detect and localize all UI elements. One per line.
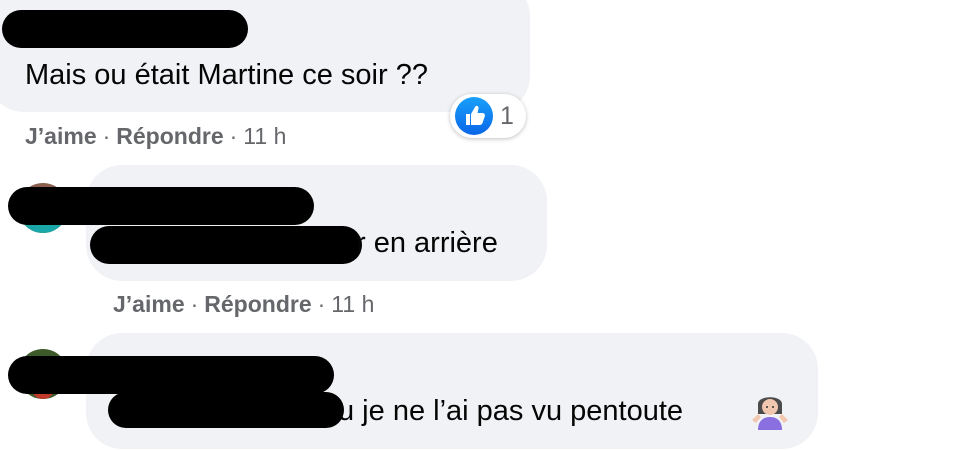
redacted-author-name (2, 10, 248, 48)
redacted-author-name (8, 187, 314, 225)
reply-link[interactable]: Répondre (204, 291, 311, 317)
comment-text: u je ne l’ai pas vu pentoute (338, 395, 684, 427)
separator-dot: · (102, 123, 111, 149)
reaction-count: 1 (500, 102, 514, 130)
like-link[interactable]: J’aime (25, 123, 97, 149)
woman-shrugging-emoji (750, 390, 790, 430)
comment-text: Mais ou était Martine ce soir ?? (25, 59, 428, 91)
comment-actions: J’aime · Répondre · 11 h (25, 122, 286, 150)
comment-actions: J’aime · Répondre · 11 h (113, 290, 374, 318)
comment-text: r en arrière (356, 227, 498, 259)
reply-link[interactable]: Répondre (116, 123, 223, 149)
separator-dot: · (190, 291, 199, 317)
redacted-text (90, 226, 362, 264)
timestamp[interactable]: 11 h (331, 291, 374, 317)
like-icon (455, 97, 493, 135)
separator-dot: · (229, 123, 238, 149)
redacted-text (108, 392, 344, 428)
timestamp[interactable]: 11 h (243, 123, 286, 149)
like-link[interactable]: J’aime (113, 291, 185, 317)
reaction-summary[interactable]: 1 (450, 94, 526, 138)
redacted-author-name (8, 356, 334, 394)
separator-dot: · (317, 291, 326, 317)
